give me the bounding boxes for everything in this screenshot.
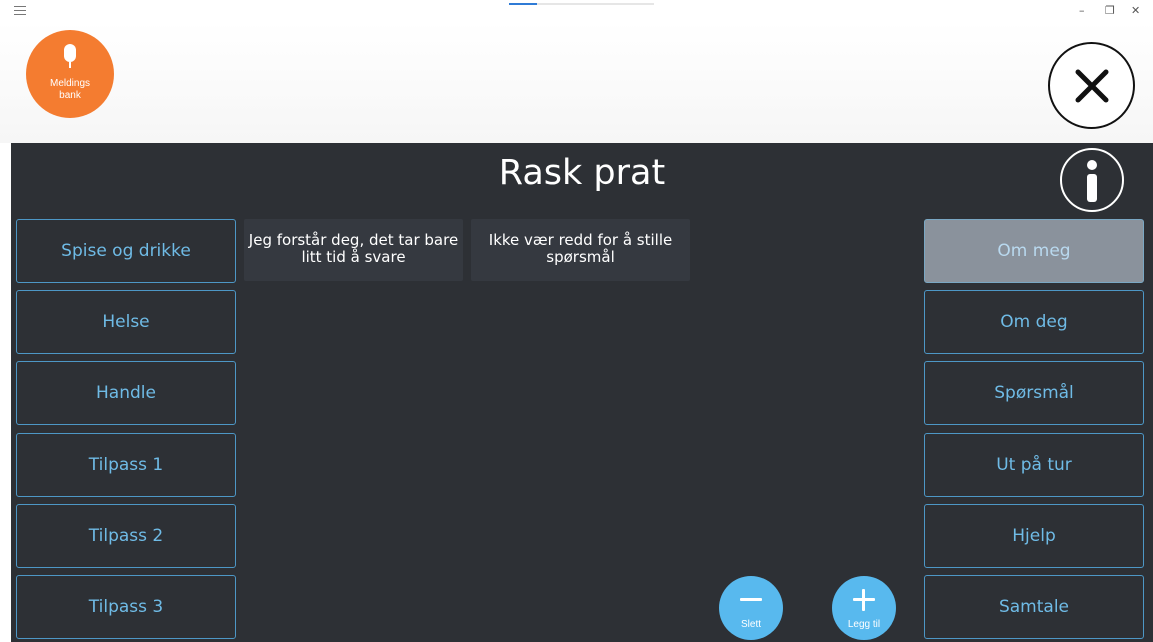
category-handle[interactable]: Handle — [16, 361, 236, 425]
loading-progress-fill — [509, 3, 537, 5]
minimize-button[interactable]: – — [1079, 4, 1085, 17]
info-icon — [1087, 160, 1097, 170]
message-bank-button[interactable]: Meldings bank — [26, 30, 114, 118]
info-button[interactable] — [1060, 148, 1124, 212]
add-button[interactable]: Legg til — [832, 576, 896, 640]
phrase-tile[interactable]: Ikke vær redd for å stille spørsmål — [471, 219, 690, 281]
category-spise-og-drikke[interactable]: Spise og drikke — [16, 219, 236, 283]
add-label: Legg til — [847, 619, 881, 630]
category-om-deg[interactable]: Om deg — [924, 290, 1144, 354]
category-tilpass-2[interactable]: Tilpass 2 — [16, 504, 236, 568]
category-ut-pa-tur[interactable]: Ut på tur — [924, 433, 1144, 497]
app-header: Meldings bank — [0, 22, 1153, 143]
window-titlebar: – ❐ ✕ — [0, 0, 1153, 22]
phrase-tile[interactable]: Jeg forstår deg, det tar bare litt tid å… — [244, 219, 463, 281]
delete-label: Slett — [740, 619, 761, 630]
main-panel: Rask prat Spise og drikke Helse Handle T… — [11, 143, 1153, 642]
microphone-icon — [64, 44, 76, 68]
category-hjelp[interactable]: Hjelp — [924, 504, 1144, 568]
category-tilpass-1[interactable]: Tilpass 1 — [16, 433, 236, 497]
minus-icon — [740, 598, 762, 601]
close-icon — [1075, 69, 1109, 103]
category-helse[interactable]: Helse — [16, 290, 236, 354]
category-sporsmal[interactable]: Spørsmål — [924, 361, 1144, 425]
hamburger-menu-icon[interactable] — [14, 6, 26, 18]
category-om-meg[interactable]: Om meg — [924, 219, 1144, 283]
message-bank-label: Meldings bank — [49, 78, 91, 101]
category-tilpass-3[interactable]: Tilpass 3 — [16, 575, 236, 639]
close-button[interactable] — [1048, 42, 1135, 129]
loading-progress-bar — [509, 3, 654, 5]
restore-button[interactable]: ❐ — [1105, 4, 1115, 17]
category-samtale[interactable]: Samtale — [924, 575, 1144, 639]
delete-button[interactable]: Slett — [719, 576, 783, 640]
window-close-button[interactable]: ✕ — [1131, 4, 1140, 17]
page-title: Rask prat — [498, 153, 666, 193]
